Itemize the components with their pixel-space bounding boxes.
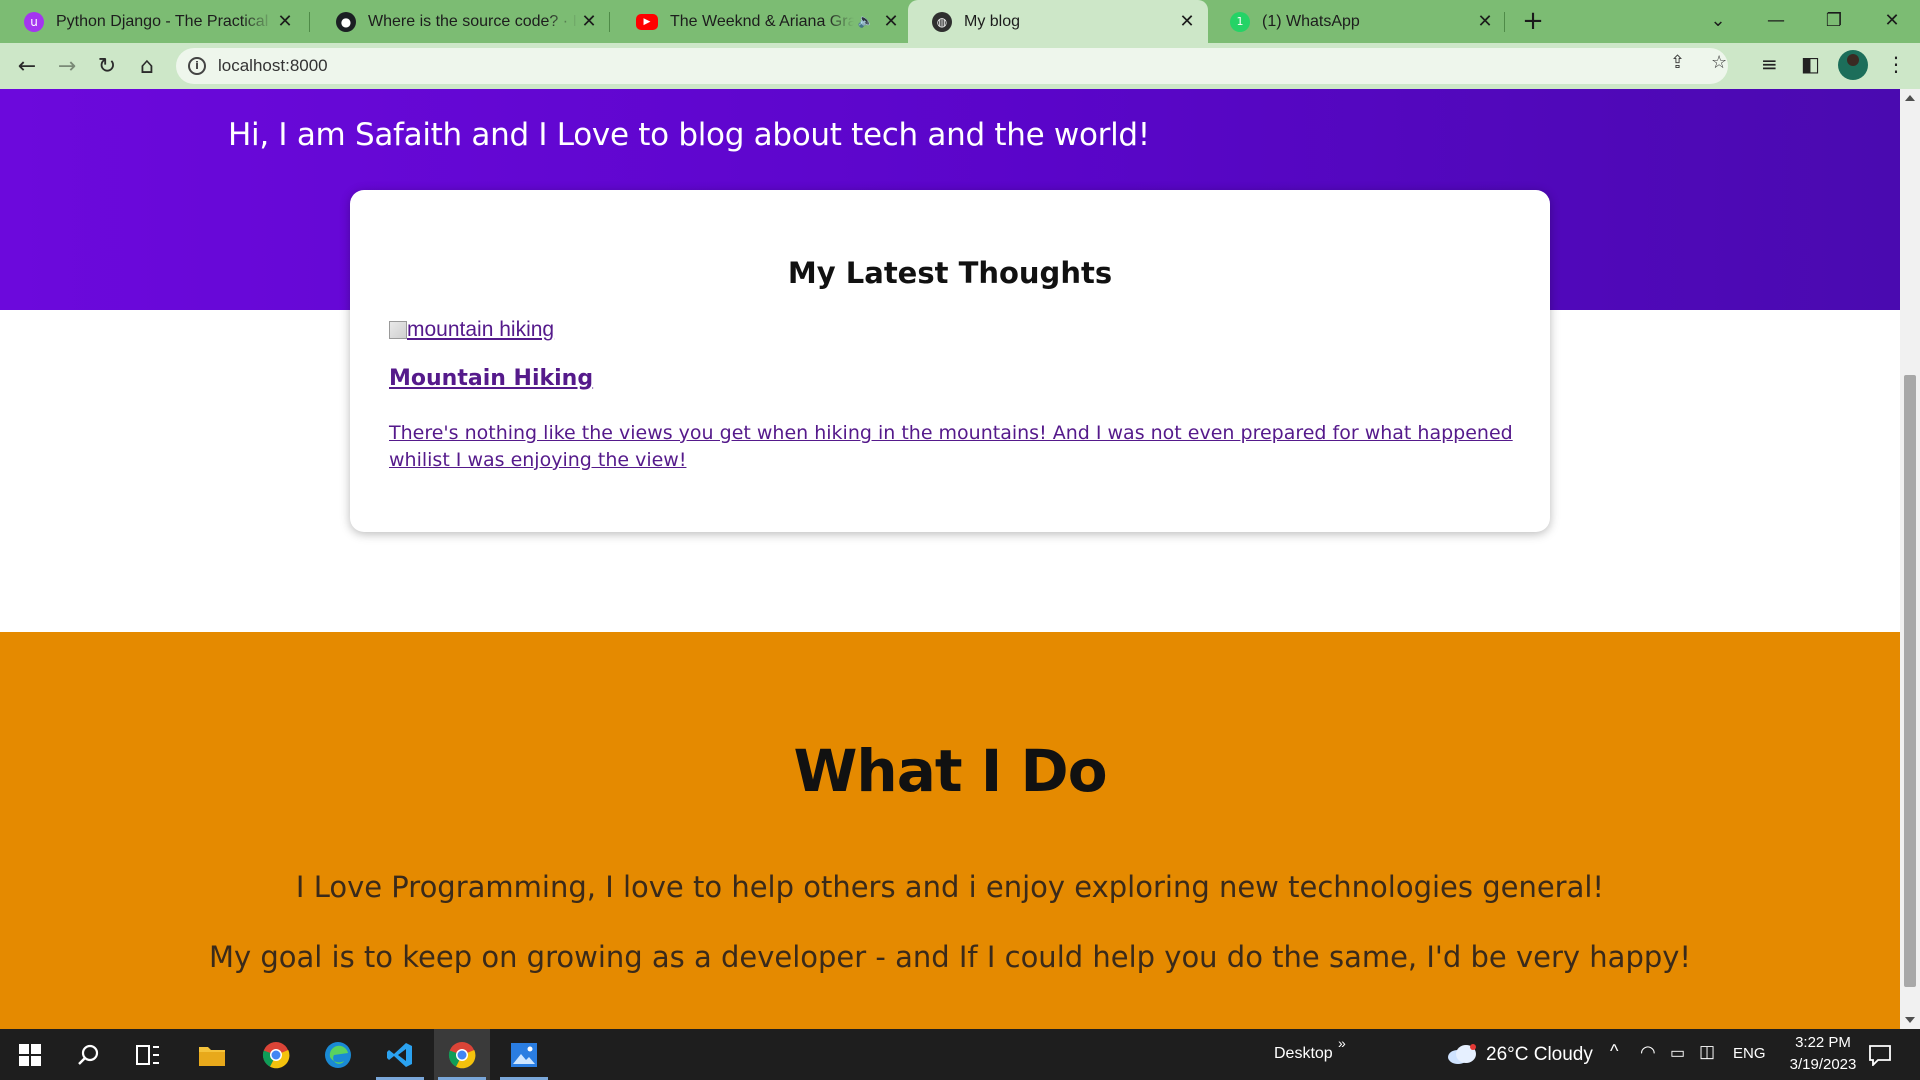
- what-i-do-line: My goal is to keep on growing as a devel…: [208, 940, 1692, 974]
- scroll-down-icon[interactable]: [1905, 1017, 1915, 1023]
- browser-tab-strip: u Python Django - The Practical Guide ✕ …: [0, 0, 1920, 43]
- post-excerpt-link[interactable]: There's nothing like the views you get w…: [389, 420, 1529, 474]
- share-icon[interactable]: ⇪: [1670, 52, 1685, 73]
- task-view-icon: [136, 1044, 159, 1065]
- volume-icon[interactable]: ◫: [1699, 1042, 1715, 1062]
- search-button[interactable]: [60, 1029, 116, 1080]
- close-icon[interactable]: ✕: [578, 11, 600, 32]
- clock-time[interactable]: 3:22 PM: [1778, 1034, 1868, 1051]
- chrome-icon: [262, 1041, 290, 1068]
- minimize-button[interactable]: —: [1748, 0, 1804, 40]
- photos-icon: [511, 1042, 537, 1067]
- tab-title: (1) WhatsApp: [1262, 12, 1360, 30]
- scrollbar-thumb[interactable]: [1904, 375, 1916, 987]
- address-text[interactable]: localhost:8000: [218, 56, 328, 76]
- tab-youtube[interactable]: ▶ The Weeknd & Ariana Grande 🔈 ✕: [612, 0, 912, 43]
- vscode-app-button[interactable]: [372, 1029, 428, 1080]
- toolbar-expand-icon[interactable]: »: [1338, 1035, 1346, 1051]
- hero-tagline: Hi, I am Safaith and I Love to blog abou…: [228, 117, 1150, 153]
- tab-title: My blog: [964, 12, 1021, 30]
- side-panel-icon[interactable]: ◧: [1801, 52, 1820, 76]
- chevron-up-icon[interactable]: ^: [1610, 1041, 1618, 1062]
- media-control-icon[interactable]: ≡: [1761, 52, 1778, 76]
- page-viewport: Hi, I am Safaith and I Love to blog abou…: [0, 89, 1900, 1029]
- tab-my-blog[interactable]: ◍ My blog ✕: [908, 0, 1208, 43]
- what-i-do-line: I Love Programming, I love to help other…: [295, 870, 1605, 904]
- close-icon[interactable]: ✕: [274, 11, 296, 32]
- tab-title: The Weeknd & Ariana Grande: [670, 12, 854, 30]
- github-icon: ●: [336, 11, 356, 32]
- folder-icon: [199, 1046, 225, 1066]
- tab-title: Python Django - The Practical Guide: [56, 12, 274, 30]
- windows-logo-icon: [19, 1043, 41, 1066]
- reload-button[interactable]: ↻: [92, 51, 122, 81]
- tab-title: Where is the source code? · Issue: [368, 12, 578, 30]
- vscode-icon: [387, 1042, 412, 1067]
- what-i-do-section: What I Do I Love Programming, I love to …: [0, 632, 1900, 1029]
- address-bar[interactable]: i localhost:8000: [176, 48, 1728, 84]
- post-image-alt: mountain hiking: [407, 318, 555, 341]
- battery-icon[interactable]: ▭: [1670, 1043, 1685, 1063]
- notification-icon[interactable]: [1868, 1044, 1892, 1066]
- search-icon: [78, 1044, 99, 1065]
- post-title-link[interactable]: Mountain Hiking: [389, 366, 593, 391]
- forward-button[interactable]: →: [52, 51, 82, 81]
- site-info-icon[interactable]: i: [188, 57, 206, 75]
- profile-avatar[interactable]: [1838, 50, 1868, 80]
- wifi-icon[interactable]: ◠: [1640, 1042, 1656, 1063]
- chrome-active-button[interactable]: [434, 1029, 490, 1080]
- new-tab-button[interactable]: +: [1518, 6, 1548, 36]
- desktop-toolbar-label[interactable]: Desktop: [1274, 1045, 1333, 1063]
- bookmark-star-icon[interactable]: ☆: [1711, 52, 1727, 73]
- tab-python-django[interactable]: u Python Django - The Practical Guide ✕: [0, 0, 306, 43]
- chrome-icon: [448, 1041, 476, 1068]
- scroll-up-icon[interactable]: [1905, 95, 1915, 101]
- chrome-app-button[interactable]: [248, 1029, 304, 1080]
- windows-taskbar: Desktop » 26°C Cloudy ^ ◠ ▭ ◫ ENG 3:22 P…: [0, 1029, 1920, 1080]
- broken-image-icon: [389, 321, 407, 339]
- menu-kebab-icon[interactable]: ⋮: [1886, 52, 1906, 76]
- tab-github-issue[interactable]: ● Where is the source code? · Issue ✕: [312, 0, 610, 43]
- edge-app-button[interactable]: [310, 1029, 366, 1080]
- youtube-icon: ▶: [636, 13, 658, 30]
- cloud-icon: [1448, 1044, 1476, 1064]
- speaker-icon[interactable]: 🔈: [858, 14, 874, 29]
- browser-toolbar: ← → ↻ ⌂ i localhost:8000 ⇪ ☆ ≡ ◧ ⋮: [0, 43, 1920, 89]
- tab-search-chevron-icon[interactable]: ⌄: [1690, 0, 1746, 40]
- close-icon[interactable]: ✕: [1176, 11, 1198, 32]
- close-icon[interactable]: ✕: [1474, 11, 1496, 32]
- globe-icon: ◍: [932, 11, 952, 32]
- clock-date[interactable]: 3/19/2023: [1778, 1056, 1868, 1073]
- start-button[interactable]: [2, 1029, 58, 1080]
- file-explorer-button[interactable]: [184, 1029, 240, 1080]
- restore-button[interactable]: ❐: [1806, 0, 1862, 40]
- udemy-icon: u: [24, 11, 44, 32]
- back-button[interactable]: ←: [12, 51, 42, 81]
- tab-whatsapp[interactable]: 1 (1) WhatsApp ✕: [1206, 0, 1506, 43]
- whatsapp-icon: 1: [1230, 11, 1250, 32]
- post-image-link[interactable]: mountain hiking: [389, 318, 554, 342]
- home-button[interactable]: ⌂: [132, 51, 162, 81]
- photos-app-button[interactable]: [496, 1029, 552, 1080]
- what-i-do-heading: What I Do: [793, 737, 1107, 805]
- edge-icon: [325, 1041, 351, 1068]
- weather-text[interactable]: 26°C Cloudy: [1486, 1044, 1593, 1066]
- close-window-button[interactable]: ✕: [1864, 0, 1920, 40]
- language-indicator[interactable]: ENG: [1733, 1045, 1766, 1062]
- task-view-button[interactable]: [120, 1029, 176, 1080]
- latest-thoughts-card: My Latest Thoughts mountain hiking Mount…: [350, 190, 1550, 532]
- latest-thoughts-heading: My Latest Thoughts: [787, 256, 1113, 290]
- page-scrollbar[interactable]: [1900, 89, 1920, 1029]
- close-icon[interactable]: ✕: [880, 11, 902, 32]
